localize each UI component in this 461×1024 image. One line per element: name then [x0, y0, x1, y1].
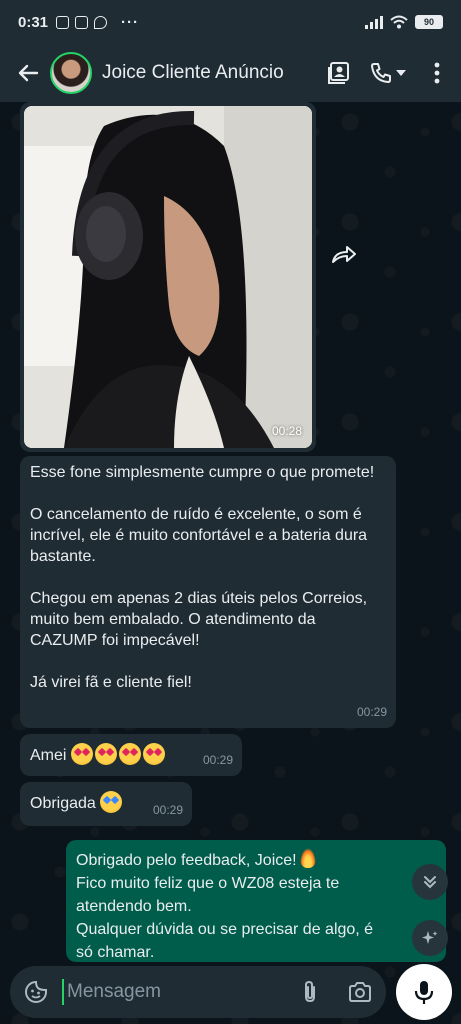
- avatar[interactable]: [50, 52, 92, 94]
- message-text: Obrigada: [30, 795, 96, 812]
- message-timestamp: 00:29: [202, 753, 233, 767]
- message-timestamp: 00:28: [271, 424, 302, 438]
- video-thumbnail[interactable]: 00:28: [24, 106, 312, 448]
- message-paragraph: Esse fone simplesmente cumpre o que prom…: [30, 464, 375, 481]
- forward-icon[interactable]: [326, 236, 362, 272]
- more-vert-icon[interactable]: [423, 59, 451, 87]
- chat-notification-icon: [94, 15, 108, 29]
- heart-eyes-emoji-icon: [70, 743, 93, 765]
- instagram-notification-icon: [56, 15, 70, 29]
- phone-call-button[interactable]: [367, 59, 409, 87]
- message-line: Obrigado pelo feedback, Joice!: [76, 852, 297, 869]
- heart-eyes-emoji-icon: [118, 743, 141, 765]
- message-paragraph: O cancelamento de ruído é excelente, o s…: [30, 506, 368, 565]
- heart-eyes-emoji-icon: [142, 743, 165, 765]
- instagram-notification-icon-2: [75, 15, 89, 29]
- attach-icon[interactable]: [296, 978, 324, 1006]
- back-arrow-icon[interactable]: [10, 55, 46, 91]
- chat-header: Joice Cliente Anúncio: [0, 44, 461, 102]
- sparkle-icon[interactable]: [412, 920, 448, 956]
- message-composer: [10, 966, 386, 1018]
- scroll-down-icon[interactable]: [412, 864, 448, 900]
- message-line: só chamar.: [76, 944, 155, 961]
- dropdown-icon: [396, 70, 406, 76]
- message-timestamp: 00:29: [152, 803, 183, 817]
- message-paragraph: Já virei fã e cliente fiel!: [30, 674, 192, 691]
- status-time: 0:31: [18, 13, 49, 31]
- camera-icon[interactable]: [346, 978, 374, 1006]
- fire-emoji-icon: [299, 848, 316, 868]
- sticker-icon[interactable]: [22, 978, 50, 1006]
- reply-message[interactable]: Obrigado pelo feedback, Joice! Fico muit…: [66, 840, 446, 962]
- obrigada-message[interactable]: Obrigada 00:29: [20, 782, 192, 826]
- more-notifications-icon: ···: [121, 13, 140, 31]
- message-timestamp: 00:29: [356, 705, 387, 719]
- phone-icon: [371, 63, 391, 83]
- message-text: Amei: [30, 747, 67, 764]
- message-input[interactable]: [62, 979, 272, 1005]
- battery-icon: 90: [415, 15, 443, 29]
- mic-icon[interactable]: [396, 964, 452, 1020]
- message-line: Qualquer dúvida ou se precisar de algo, …: [76, 921, 374, 938]
- contact-card-icon[interactable]: [325, 59, 353, 87]
- message-paragraph: Chegou em apenas 2 dias úteis pelos Corr…: [30, 590, 368, 649]
- amei-message[interactable]: Amei 00:29: [20, 734, 242, 776]
- video-message[interactable]: 00:28: [20, 102, 316, 452]
- wifi-icon: [390, 15, 408, 29]
- review-message[interactable]: Esse fone simplesmente cumpre o que prom…: [20, 456, 396, 728]
- message-line: Fico muito feliz que o WZ08 esteja te: [76, 875, 340, 892]
- contact-name[interactable]: Joice Cliente Anúncio: [102, 62, 292, 84]
- status-bar: 0:31 ··· 90: [0, 0, 461, 44]
- message-line: atendendo bem.: [76, 898, 192, 915]
- star-struck-emoji-icon: [100, 791, 123, 813]
- video-frame-image: [24, 106, 312, 448]
- signal-icon: [365, 15, 383, 29]
- heart-eyes-emoji-icon: [94, 743, 117, 765]
